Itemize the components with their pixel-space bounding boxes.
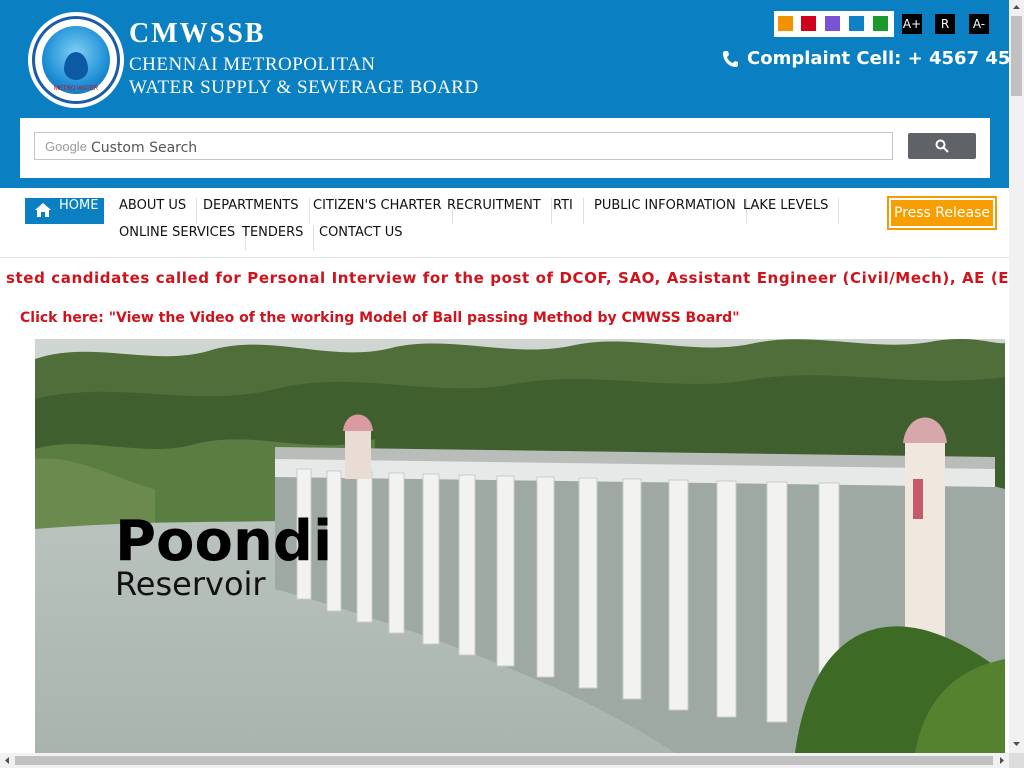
nav-label-home: HOME	[59, 198, 99, 213]
main-navigation: HOME ABOUT US DEPARTMENTS CITIZEN'S CHAR…	[0, 188, 1009, 258]
video-link[interactable]: Click here: "View the Video of the worki…	[20, 310, 739, 326]
search-placeholder: Custom Search	[91, 140, 198, 156]
search-icon	[935, 139, 949, 153]
phone-icon	[723, 51, 738, 67]
ticker-text: sted candidates called for Personal Inte…	[6, 269, 1009, 287]
nav-item-tenders[interactable]: TENDERS	[232, 225, 315, 251]
org-name-line1: CHENNAI METROPOLITAN	[129, 54, 376, 75]
vertical-scrollbar[interactable]	[1009, 0, 1024, 753]
nav-item-lake-levels[interactable]: LAKE LEVELS	[733, 198, 840, 224]
news-ticker[interactable]: sted candidates called for Personal Inte…	[0, 262, 1009, 292]
font-increase-button[interactable]: A+	[902, 14, 922, 34]
nav-item-public-information[interactable]: PUBLIC INFORMATION	[584, 198, 747, 224]
site-header: METRO WATER CMWSSB CHENNAI METROPOLITAN …	[0, 0, 1024, 188]
font-decrease-button[interactable]: A-	[969, 14, 989, 34]
nav-item-rti[interactable]: RTI	[543, 198, 584, 224]
search-input[interactable]: Google Custom Search	[34, 132, 893, 160]
scroll-up-arrow-icon[interactable]	[1009, 0, 1024, 14]
cmwssb-logo[interactable]: METRO WATER	[28, 12, 124, 108]
theme-color-switcher	[774, 11, 894, 37]
theme-swatch-purple[interactable]	[825, 16, 840, 31]
org-abbreviation: CMWSSB	[129, 18, 266, 49]
complaint-text: Complaint Cell: + 4567 4567	[747, 48, 1024, 69]
hero-subtitle: Reservoir	[115, 565, 266, 603]
nav-item-online-services[interactable]: ONLINE SERVICES	[109, 225, 247, 251]
theme-swatch-green[interactable]	[873, 16, 888, 31]
scroll-left-arrow-icon[interactable]	[0, 753, 14, 768]
scroll-right-arrow-icon[interactable]	[995, 753, 1009, 768]
press-release-button[interactable]: Press Release	[887, 196, 997, 230]
hero-slider: Poondi Reservoir	[35, 339, 1005, 753]
search-button[interactable]	[908, 133, 976, 159]
nav-item-home[interactable]: HOME	[25, 198, 104, 224]
vertical-scroll-thumb[interactable]	[1011, 16, 1022, 96]
home-icon	[35, 203, 51, 217]
google-brand-label: Google	[45, 139, 87, 154]
nav-item-about-us[interactable]: ABOUT US	[109, 198, 198, 224]
nav-item-departments[interactable]: DEPARTMENTS	[193, 198, 310, 224]
nav-item-recruitment[interactable]: RECRUITMENT	[437, 198, 552, 224]
org-name-line2: WATER SUPPLY & SEWERAGE BOARD	[129, 77, 479, 98]
complaint-cell: Complaint Cell: + 4567 4567	[722, 48, 1024, 72]
search-panel: Google Custom Search	[20, 118, 990, 178]
theme-swatch-red[interactable]	[801, 16, 816, 31]
horizontal-scrollbar[interactable]	[0, 753, 1024, 768]
theme-swatch-blue[interactable]	[849, 16, 864, 31]
nav-item-citizens-charter[interactable]: CITIZEN'S CHARTER	[303, 198, 453, 224]
water-drop-icon	[64, 52, 88, 80]
press-release-label: Press Release	[891, 200, 993, 226]
scrollbar-corner	[1009, 753, 1024, 768]
theme-swatch-orange[interactable]	[778, 16, 793, 31]
font-reset-button[interactable]: R	[935, 14, 955, 34]
horizontal-scroll-thumb[interactable]	[15, 756, 993, 765]
scroll-down-arrow-icon[interactable]	[1009, 737, 1024, 751]
logo-caption: METRO WATER	[53, 86, 99, 92]
nav-item-contact-us[interactable]: CONTACT US	[309, 225, 413, 251]
